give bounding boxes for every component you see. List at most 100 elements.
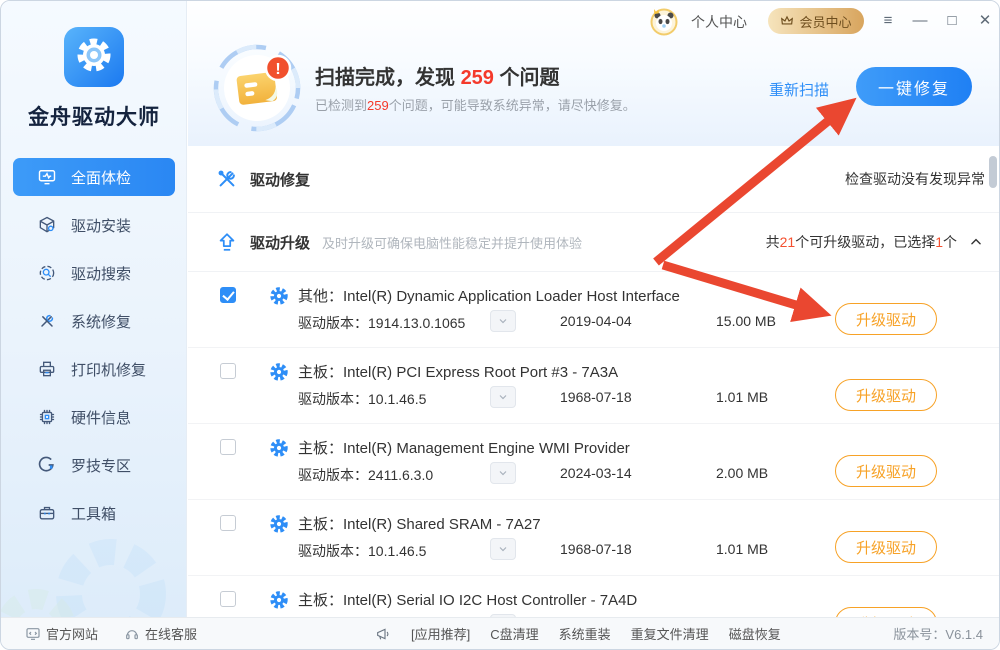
repair-status-text: 检查驱动没有发现异常 [845, 169, 985, 189]
chevron-up-icon[interactable] [969, 235, 983, 249]
chevron-down-icon [497, 391, 509, 403]
upgrade-driver-button[interactable]: 升级驱动 [835, 303, 937, 335]
driver-repair-section: 驱动修复 检查驱动没有发现异常 [188, 146, 1000, 213]
menu-icon[interactable]: ≡ [876, 9, 900, 33]
driver-checkbox[interactable] [220, 439, 236, 455]
member-center-button[interactable]: 会员中心 [768, 8, 864, 34]
driver-name: 其他：Intel(R) Dynamic Application Loader H… [298, 285, 680, 306]
minimize-icon[interactable]: — [908, 9, 932, 33]
user-avatar[interactable] [648, 5, 680, 37]
member-center-label: 会员中心 [799, 12, 851, 31]
driver-checkbox[interactable] [220, 515, 236, 531]
upgrade-section-subtitle: 及时升级可确保电脑性能稳定并提升使用体验 [322, 233, 582, 252]
version-dropdown[interactable] [490, 462, 516, 484]
driver-name: 主板：Intel(R) Serial IO I2C Host Controlle… [298, 589, 637, 610]
box-gear-icon [37, 215, 57, 235]
maximize-icon[interactable]: □ [940, 9, 964, 33]
promo-duplicate-clean[interactable]: 重复文件清理 [631, 624, 709, 643]
version-dropdown[interactable] [490, 386, 516, 408]
result-list: 驱动修复 检查驱动没有发现异常 驱动升级 及时升级可确保电脑性能稳定并提升使用体… [188, 146, 1000, 619]
scan-subtitle: 已检测到259个问题，可能导致系统异常，请尽快修复。 [315, 95, 636, 114]
driver-gear-icon [268, 437, 290, 459]
sidebar-item-label: 驱动搜索 [71, 263, 131, 284]
driver-version: 驱动版本：10.1.46.5 [298, 541, 426, 561]
close-icon[interactable]: ✕ [973, 9, 997, 33]
sidebar-item-hardware-info[interactable]: 硬件信息 [13, 398, 175, 436]
fix-all-button[interactable]: 一键修复 [856, 67, 972, 106]
driver-rows: 其他：Intel(R) Dynamic Application Loader H… [188, 272, 1000, 619]
driver-gear-icon [268, 285, 290, 307]
app-name: 金舟驱动大师 [1, 101, 187, 131]
upgrade-driver-button[interactable]: 升级驱动 [835, 455, 937, 487]
repair-tools-icon [216, 168, 238, 190]
promo-app-recommend[interactable]: [应用推荐] [411, 624, 470, 643]
upgrade-summary: 共21个可升级驱动，已选择1个 [766, 232, 957, 252]
online-support-link[interactable]: 在线客服 [124, 624, 197, 643]
gear-watermark [1, 524, 187, 619]
sidebar: 金舟驱动大师 全面体检 驱动安装 驱动搜索 [1, 1, 187, 619]
rescan-link[interactable]: 重新扫描 [769, 79, 829, 100]
version-dropdown[interactable] [490, 310, 516, 332]
driver-date: 2024-03-14 [560, 465, 632, 481]
driver-size: 15.00 MB [716, 313, 776, 329]
upgrade-driver-button[interactable]: 升级驱动 [835, 531, 937, 563]
monitor-pulse-icon [37, 167, 57, 187]
upgrade-driver-button[interactable]: 升级驱动 [835, 379, 937, 411]
vertical-scrollbar[interactable] [989, 156, 997, 188]
promo-c-drive-clean[interactable]: C盘清理 [490, 624, 538, 643]
app-logo-icon [63, 26, 125, 88]
sidebar-item-full-checkup[interactable]: 全面体检 [13, 158, 175, 196]
driver-size: 2.00 MB [716, 465, 768, 481]
footer-bar: 官方网站 在线客服 [应用推荐] C盘清理 系统重装 重复文件清理 磁盘恢复 版… [1, 617, 1000, 649]
driver-name: 主板：Intel(R) Shared SRAM - 7A27 [298, 513, 541, 534]
gear-search-icon [37, 263, 57, 283]
svg-text:!: ! [275, 61, 280, 78]
driver-row: 其他：Intel(R) Dynamic Application Loader H… [188, 272, 1000, 348]
problem-count: 259 [461, 67, 494, 89]
profile-center-link[interactable]: 个人中心 [691, 12, 747, 32]
driver-date: 1968-07-18 [560, 389, 632, 405]
scan-summary-header: 个人中心 会员中心 ≡ — □ ✕ [188, 1, 1000, 146]
driver-row: 主板：Intel(R) Shared SRAM - 7A27 驱动版本：10.1… [188, 500, 1000, 576]
headset-icon [124, 626, 140, 642]
driver-row: 主板：Intel(R) Serial IO I2C Host Controlle… [188, 576, 1000, 619]
upgrade-arrow-icon [216, 231, 238, 253]
promo-system-reinstall[interactable]: 系统重装 [559, 624, 611, 643]
toolbox-icon [37, 503, 57, 523]
monitor-icon [25, 626, 41, 642]
driver-version: 驱动版本：1914.13.0.1065 [298, 313, 465, 333]
sidebar-menu: 全面体检 驱动安装 驱动搜索 系统修复 [1, 158, 187, 542]
megaphone-icon [375, 626, 391, 642]
driver-checkbox[interactable] [220, 591, 236, 607]
sidebar-item-system-repair[interactable]: 系统修复 [13, 302, 175, 340]
sidebar-item-driver-search[interactable]: 驱动搜索 [13, 254, 175, 292]
crown-icon [780, 14, 794, 28]
main-panel: 个人中心 会员中心 ≡ — □ ✕ [188, 1, 1000, 619]
scan-result-icon: ! [212, 43, 302, 133]
driver-gear-icon [268, 361, 290, 383]
driver-gear-icon [268, 513, 290, 535]
sidebar-item-label: 系统修复 [71, 311, 131, 332]
driver-version: 驱动版本：2411.6.3.0 [298, 465, 433, 485]
sidebar-item-logitech-zone[interactable]: 罗技专区 [13, 446, 175, 484]
version-dropdown[interactable] [490, 538, 516, 560]
logitech-g-icon [37, 455, 57, 475]
official-site-link[interactable]: 官方网站 [25, 624, 98, 643]
sidebar-item-driver-install[interactable]: 驱动安装 [13, 206, 175, 244]
driver-size: 1.01 MB [716, 541, 768, 557]
chevron-down-icon [497, 315, 509, 327]
driver-name: 主板：Intel(R) PCI Express Root Port #3 - 7… [298, 361, 618, 382]
sidebar-item-label: 硬件信息 [71, 407, 131, 428]
driver-version: 驱动版本：10.1.46.5 [298, 389, 426, 409]
tools-icon [37, 311, 57, 331]
driver-checkbox[interactable] [220, 363, 236, 379]
sidebar-item-label: 打印机修复 [71, 359, 146, 380]
promo-disk-recovery[interactable]: 磁盘恢复 [729, 624, 781, 643]
sidebar-item-label: 罗技专区 [71, 455, 131, 476]
sidebar-item-printer-repair[interactable]: 打印机修复 [13, 350, 175, 388]
chip-icon [37, 407, 57, 427]
driver-checkbox[interactable] [220, 287, 236, 303]
scan-title: 扫描完成，发现 259 个问题 [315, 61, 560, 90]
version-label: 版本号：V6.1.4 [893, 624, 983, 643]
printer-icon [37, 359, 57, 379]
